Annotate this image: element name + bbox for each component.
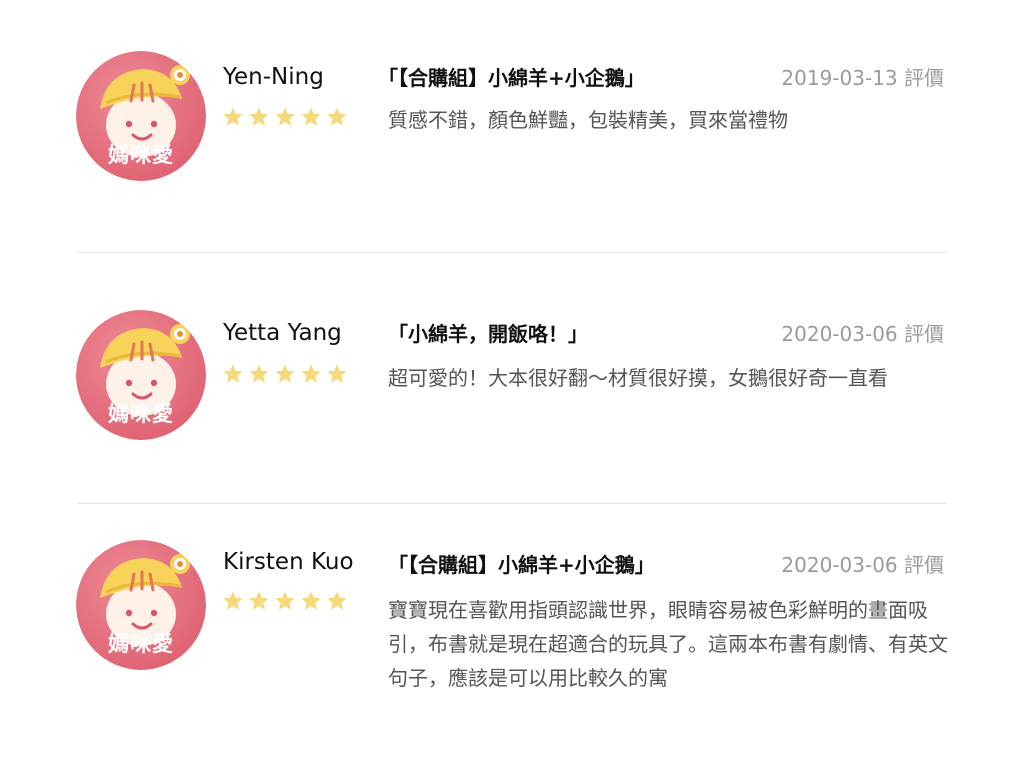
product-title-link[interactable]: 「小綿羊，開飯咯！」 — [388, 318, 588, 347]
star-icon — [249, 591, 269, 610]
review-body: 寶寶現在喜歡用指頭認識世界，眼睛容易被色彩鮮明的畫面吸引，布書就是現在超適合的玩… — [388, 598, 948, 690]
star-icon — [249, 364, 269, 383]
review-date: 2020-03-06 評價 — [781, 322, 944, 346]
star-icon — [275, 364, 295, 383]
reviewer-avatar: 媽咪愛 — [76, 310, 206, 440]
star-icon — [301, 107, 321, 126]
avatar-label: 媽咪愛 — [108, 632, 174, 656]
star-icon — [223, 107, 243, 126]
star-rating — [222, 106, 348, 128]
star-icon — [301, 591, 321, 610]
avatar-label: 媽咪愛 — [108, 402, 174, 426]
review-body: 超可愛的！大本很好翻～材質很好摸，女鵝很好奇一直看 — [388, 366, 888, 390]
reviewer-avatar: 媽咪愛 — [76, 540, 206, 670]
star-icon — [249, 107, 269, 126]
reviewer-avatar: 媽咪愛 — [76, 51, 206, 181]
star-icon — [275, 107, 295, 126]
star-rating — [222, 590, 348, 612]
star-icon — [275, 591, 295, 610]
star-icon — [223, 591, 243, 610]
product-title-link[interactable]: 「【合購組】小綿羊+小企鵝」 — [388, 549, 655, 578]
review-date: 2019-03-13 評價 — [781, 66, 944, 90]
star-rating — [222, 363, 348, 385]
divider — [78, 503, 946, 504]
reviewer-name: Yen-Ning — [223, 64, 324, 90]
avatar-label: 媽咪愛 — [108, 143, 174, 167]
star-icon — [301, 364, 321, 383]
star-icon — [327, 107, 347, 126]
reviewer-name: Yetta Yang — [223, 320, 342, 346]
review-body: 質感不錯，顏色鮮豔，包裝精美，買來當禮物 — [388, 108, 788, 132]
star-icon — [223, 364, 243, 383]
review-date: 2020-03-06 評價 — [781, 553, 944, 577]
star-icon — [327, 591, 347, 610]
product-title-link[interactable]: 「【合購組】小綿羊+小企鵝」 — [378, 62, 645, 91]
reviewer-name: Kirsten Kuo — [223, 549, 354, 575]
review-list: 媽咪愛 Yen-Ning 「【合購組】小綿羊+小企鵝」 2019-03-13 評… — [0, 0, 1024, 768]
divider — [78, 252, 946, 253]
star-icon — [327, 364, 347, 383]
